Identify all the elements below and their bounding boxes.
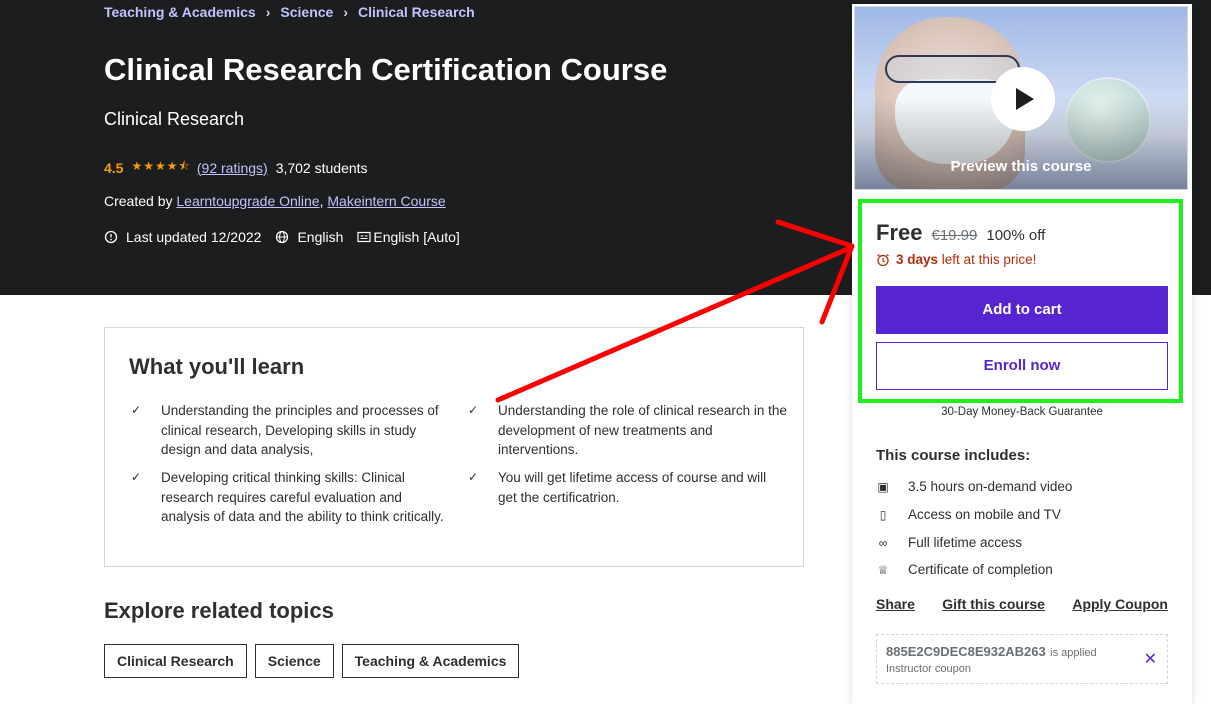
created-by-label: Created by xyxy=(104,193,173,209)
infinity-icon: ∞ xyxy=(878,535,888,550)
author-link[interactable]: Learntoupgrade Online xyxy=(176,193,319,209)
applied-coupon: 885E2C9DEC8E932AB263 is applied Instruct… xyxy=(876,634,1168,684)
author-link[interactable]: Makeintern Course xyxy=(327,193,445,209)
created-by: Created by Learntoupgrade Online, Makein… xyxy=(104,193,446,209)
captions: English [Auto] xyxy=(357,229,460,245)
captions-icon xyxy=(357,231,371,243)
include-label: Access on mobile and TV xyxy=(908,507,1061,522)
breadcrumb-item[interactable]: Science xyxy=(280,4,333,20)
learn-item: ✓ Understanding the principles and proce… xyxy=(131,401,451,460)
breadcrumb-item[interactable]: Clinical Research xyxy=(358,4,475,20)
trophy-icon: ♕ xyxy=(877,562,889,577)
includes-title: This course includes: xyxy=(876,447,1031,464)
check-icon: ✓ xyxy=(468,403,479,417)
chevron-right-icon: › xyxy=(265,4,271,20)
topic-button[interactable]: Clinical Research xyxy=(104,644,247,678)
course-preview[interactable]: Preview this course xyxy=(854,6,1188,190)
learn-title: What you'll learn xyxy=(129,354,305,379)
include-item: ▯ Access on mobile and TV xyxy=(876,507,1061,522)
students-count: 3,702 students xyxy=(275,159,368,176)
language-text: English xyxy=(297,229,344,245)
topic-button[interactable]: Science xyxy=(254,644,334,678)
last-updated-text: Last updated 12/2022 xyxy=(126,229,262,245)
include-label: 3.5 hours on-demand video xyxy=(908,479,1073,494)
include-item: ∞ Full lifetime access xyxy=(876,535,1022,550)
check-icon: ✓ xyxy=(131,403,142,417)
check-icon: ✓ xyxy=(131,470,142,484)
include-item: ♕ Certificate of completion xyxy=(876,562,1053,577)
play-icon[interactable] xyxy=(991,67,1055,131)
rating-value: 4.5 xyxy=(104,159,124,176)
highlight-box xyxy=(858,199,1183,403)
breadcrumb-item[interactable]: Teaching & Academics xyxy=(104,4,256,20)
related-topics: Clinical Research Science Teaching & Aca… xyxy=(104,644,520,678)
globe-icon xyxy=(276,230,289,244)
include-label: Certificate of completion xyxy=(908,562,1053,577)
learn-item: ✓ You will get lifetime access of course… xyxy=(468,468,788,507)
mobile-icon: ▯ xyxy=(879,507,887,522)
ratings-count-link[interactable]: (92 ratings) xyxy=(197,160,268,176)
course-meta: Last updated 12/2022 English English [Au… xyxy=(104,229,468,245)
sidebar-links: Share Gift this course Apply Coupon xyxy=(876,596,1168,612)
course-title: Clinical Research Certification Course xyxy=(104,52,668,87)
course-subtitle: Clinical Research xyxy=(104,109,245,129)
share-link[interactable]: Share xyxy=(876,596,915,612)
coupon-type: Instructor coupon xyxy=(886,663,971,675)
check-icon: ✓ xyxy=(468,470,479,484)
star-rating-icon: ★★★★⯪ xyxy=(131,159,191,173)
include-item: ▣ 3.5 hours on-demand video xyxy=(876,479,1072,494)
rating-row: 4.5 ★★★★⯪ (92 ratings) 3,702 students xyxy=(104,157,368,178)
learn-item-text: Understanding the role of clinical resea… xyxy=(498,403,787,457)
apply-coupon-link[interactable]: Apply Coupon xyxy=(1072,596,1168,612)
learn-item-text: Understanding the principles and process… xyxy=(161,403,439,457)
last-updated: Last updated 12/2022 xyxy=(104,229,261,245)
language: English xyxy=(275,229,343,245)
topic-button[interactable]: Teaching & Academics xyxy=(341,644,520,678)
preview-label[interactable]: Preview this course xyxy=(855,158,1187,175)
learn-item-text: You will get lifetime access of course a… xyxy=(498,470,767,505)
captions-text: English [Auto] xyxy=(373,229,460,245)
learn-item: ✓ Understanding the role of clinical res… xyxy=(468,401,788,460)
alert-clock-icon xyxy=(104,230,118,244)
video-icon: ▣ xyxy=(877,479,889,494)
explore-title: Explore related topics xyxy=(104,598,334,623)
coupon-applied-text: is applied xyxy=(1050,647,1097,659)
what-youll-learn: What you'll learn ✓ Understanding the pr… xyxy=(104,327,804,567)
include-label: Full lifetime access xyxy=(908,535,1023,550)
coupon-code: 885E2C9DEC8E932AB263 xyxy=(886,644,1046,659)
learn-item: ✓ Developing critical thinking skills: C… xyxy=(131,468,451,527)
money-back-guarantee: 30-Day Money-Back Guarantee xyxy=(941,406,1103,418)
learn-item-text: Developing critical thinking skills: Cli… xyxy=(161,470,444,524)
chevron-right-icon: › xyxy=(343,4,348,20)
gift-course-link[interactable]: Gift this course xyxy=(942,596,1045,612)
breadcrumb: Teaching & Academics › Science › Clinica… xyxy=(104,4,475,20)
remove-coupon-icon[interactable]: ✕ xyxy=(1144,649,1157,669)
